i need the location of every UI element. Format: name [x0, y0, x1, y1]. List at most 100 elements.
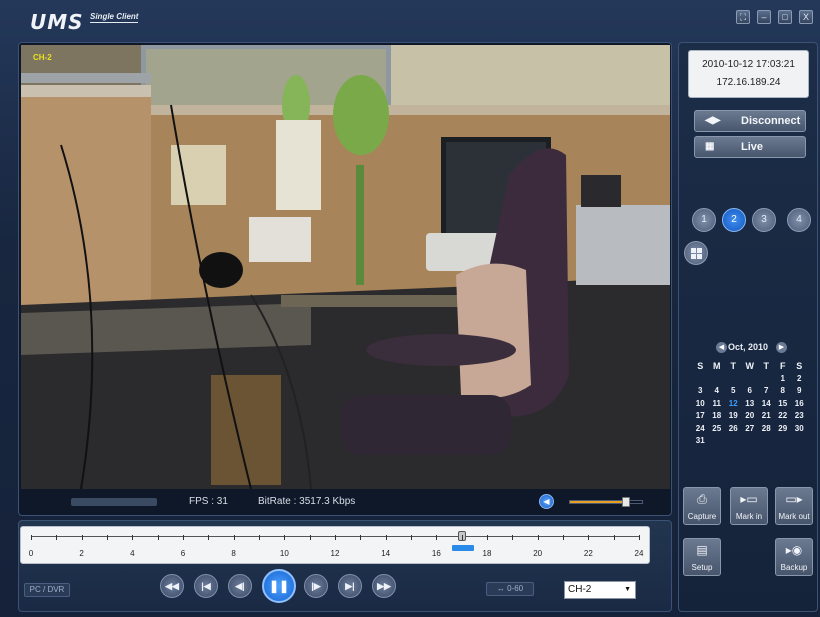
- calendar-day[interactable]: 13: [742, 398, 759, 411]
- mark-in-label: Mark in: [735, 512, 763, 521]
- calendar-day[interactable]: 26: [725, 423, 742, 436]
- speaker-icon[interactable]: ◀: [539, 494, 554, 509]
- maximize-button[interactable]: □: [778, 10, 792, 24]
- fast-rewind-button[interactable]: ◀◀: [160, 574, 184, 598]
- calendar-day[interactable]: 12: [725, 398, 742, 411]
- timeline-tick-label: 2: [79, 549, 84, 558]
- timeline-tick: [259, 535, 260, 540]
- channel-2-button[interactable]: 2: [722, 208, 746, 232]
- calendar-day[interactable]: 6: [742, 385, 759, 398]
- pause-button[interactable]: ❚❚: [262, 569, 296, 603]
- timeline-tick-label: 4: [130, 549, 135, 558]
- volume-slider[interactable]: [569, 497, 643, 507]
- calendar-day[interactable]: 9: [791, 385, 808, 398]
- timeline-tick: [157, 535, 159, 540]
- setup-button[interactable]: ▤ Setup: [683, 538, 721, 576]
- live-icon: ▦: [705, 141, 715, 152]
- calendar-weekday: W: [745, 361, 755, 371]
- mark-in-button[interactable]: ▸▭ Mark in: [730, 487, 768, 525]
- calendar-day[interactable]: 17: [692, 410, 709, 423]
- mark-out-icon: ▭▸: [785, 492, 803, 506]
- backup-icon: ▸◉: [785, 543, 803, 557]
- step-forward-button[interactable]: |▶: [304, 574, 328, 598]
- timeline-tick: [81, 535, 83, 540]
- calendar-day[interactable]: 16: [791, 398, 808, 411]
- fullscreen-button[interactable]: ⛶: [736, 10, 750, 24]
- timeline-tick: [284, 535, 286, 540]
- timeline-ruler[interactable]: 0 2 4 6 8 10 12 14 16 18 20 22 24: [20, 526, 650, 564]
- calendar-weekday: S: [796, 361, 803, 371]
- calendar-day[interactable]: 15: [775, 398, 792, 411]
- calendar-day[interactable]: 4: [709, 385, 726, 398]
- calendar-next-icon[interactable]: ▶: [776, 342, 787, 353]
- timeline-tick: [183, 535, 184, 540]
- calendar-day[interactable]: 2: [791, 373, 808, 386]
- calendar-day[interactable]: 7: [758, 385, 775, 398]
- calendar-day[interactable]: 28: [758, 423, 775, 436]
- calendar-day[interactable]: 25: [709, 423, 726, 436]
- timeline-tick: [107, 535, 108, 540]
- calendar-month-label: Oct, 2010: [727, 342, 769, 352]
- step-back-button[interactable]: ◀|: [228, 574, 252, 598]
- calendar-day[interactable]: 1: [775, 373, 792, 386]
- volume-knob[interactable]: [621, 497, 630, 507]
- channel-4-button[interactable]: 4: [787, 208, 811, 232]
- calendar-day[interactable]: 31: [692, 435, 709, 448]
- timeline-tick: [512, 535, 514, 540]
- calendar-day[interactable]: 30: [791, 423, 808, 436]
- timeline-tick-label: 22: [583, 549, 593, 558]
- timeline-tick-label: 6: [180, 549, 186, 558]
- calendar-day[interactable]: 20: [742, 410, 759, 423]
- fps-readout: FPS : 31: [189, 496, 228, 507]
- capture-button[interactable]: ⎙ Capture: [683, 487, 721, 525]
- timeline-tick: [132, 535, 134, 540]
- calendar-day[interactable]: 14: [758, 398, 775, 411]
- pc-dvr-toggle[interactable]: PC / DVR: [24, 583, 70, 597]
- calendar-empty-cell: [758, 373, 775, 386]
- calendar-weekday: T: [763, 361, 770, 371]
- quad-view-button[interactable]: [684, 241, 708, 265]
- close-button[interactable]: X: [799, 10, 813, 24]
- skip-to-start-button[interactable]: |◀: [194, 574, 218, 598]
- mark-out-button[interactable]: ▭▸ Mark out: [775, 487, 813, 525]
- live-button[interactable]: ▦ Live: [694, 136, 806, 158]
- calendar-day[interactable]: 11: [709, 398, 726, 411]
- calendar-empty-cell: [758, 435, 775, 448]
- timeline-tick: [436, 535, 438, 540]
- calendar-grid: S M T W T F S 1 2 3 4 5 6 7 8 9 10 11 12 13 14 15 16 17 18 19 20 21…: [692, 360, 808, 448]
- timeline-tick: [563, 535, 564, 540]
- mark-in-icon: ▸▭: [740, 492, 758, 506]
- time-range-button[interactable]: ↔ 0-60: [486, 582, 534, 596]
- channel-1-button[interactable]: 1: [692, 208, 716, 232]
- calendar-empty-cell: [725, 373, 742, 386]
- calendar-day[interactable]: 22: [775, 410, 792, 423]
- calendar-day[interactable]: 29: [775, 423, 792, 436]
- calendar-day[interactable]: 10: [692, 398, 709, 411]
- minimize-button[interactable]: –: [757, 10, 771, 24]
- chevron-down-icon: ▼: [624, 586, 631, 593]
- ip-address-readout: 172.16.189.24: [716, 77, 781, 88]
- calendar-day[interactable]: 19: [725, 410, 742, 423]
- calendar-day[interactable]: 27: [742, 423, 759, 436]
- skip-to-end-button[interactable]: ▶|: [338, 574, 362, 598]
- range-arrows-icon: ↔: [496, 584, 505, 593]
- calendar-day[interactable]: 21: [758, 410, 775, 423]
- timeline-tick: [487, 535, 488, 540]
- timeline-tick-label: 10: [279, 549, 289, 558]
- video-feed[interactable]: CH-2: [21, 45, 670, 489]
- calendar-day[interactable]: 18: [709, 410, 726, 423]
- calendar-day[interactable]: 23: [791, 410, 808, 423]
- timeline-tick: [335, 535, 336, 540]
- disconnect-button[interactable]: ◀▶ Disconnect: [694, 110, 806, 132]
- calendar-day[interactable]: 24: [692, 423, 709, 436]
- channel-select[interactable]: CH-2 ▼: [564, 581, 636, 599]
- fast-forward-button[interactable]: ▶▶: [372, 574, 396, 598]
- calendar-day[interactable]: 3: [692, 385, 709, 398]
- calendar-weekday: M: [713, 361, 721, 371]
- timeline-tick-label: 8: [231, 549, 236, 558]
- timeline-tick-label: 24: [634, 549, 644, 558]
- calendar-day[interactable]: 5: [725, 385, 742, 398]
- calendar-day[interactable]: 8: [775, 385, 792, 398]
- channel-3-button[interactable]: 3: [752, 208, 776, 232]
- backup-button[interactable]: ▸◉ Backup: [775, 538, 813, 576]
